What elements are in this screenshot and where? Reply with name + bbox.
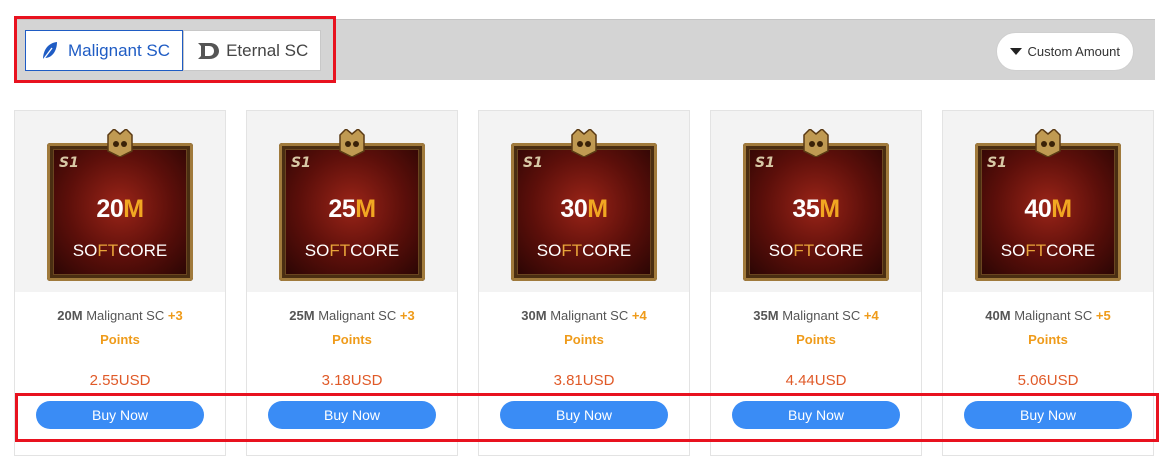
- crest-icon: [339, 128, 365, 157]
- product-title: 20M Malignant SC +3 Points: [57, 308, 183, 347]
- product-artwork: S1 25M SOFTCORE: [279, 128, 425, 281]
- custom-amount-button[interactable]: Custom Amount: [995, 32, 1134, 71]
- artwork-amount: 25M: [328, 194, 376, 223]
- server-tabs: Malignant SC Eternal SC: [25, 30, 322, 71]
- crest-icon: [803, 128, 829, 157]
- crest-icon: [571, 128, 597, 157]
- artwork-softcore-label: SOFTCORE: [768, 240, 864, 260]
- buy-now-button[interactable]: Buy Now: [732, 401, 900, 429]
- artwork-amount: 40M: [1024, 194, 1072, 223]
- product-price: 2.55USD: [89, 372, 151, 389]
- leaf-icon: [38, 39, 62, 63]
- buy-now-button[interactable]: Buy Now: [500, 401, 668, 429]
- product-artwork: S1 40M SOFTCORE: [975, 128, 1121, 281]
- product-artwork: S1 35M SOFTCORE: [743, 128, 889, 281]
- artwork-amount: 30M: [560, 194, 608, 223]
- product-artwork: S1 30M SOFTCORE: [511, 128, 657, 281]
- product-price: 3.81USD: [553, 372, 615, 389]
- product-price: 4.44USD: [785, 372, 847, 389]
- product-title: 25M Malignant SC +3 Points: [289, 308, 415, 347]
- tab-label: Malignant SC: [68, 40, 171, 60]
- product-card: S1 35M SOFTCORE 35M Malignant SC +4 Point…: [710, 110, 922, 456]
- product-card: S1 20M SOFTCORE 20M Malignant SC +3 Point…: [14, 110, 226, 456]
- product-image-area: S1 20M SOFTCORE: [15, 111, 225, 292]
- custom-amount-label: Custom Amount: [1027, 44, 1121, 59]
- season-badge: S1: [755, 154, 775, 171]
- tab-label: Eternal SC: [226, 40, 309, 60]
- product-card: S1 25M SOFTCORE 25M Malignant SC +3 Point…: [246, 110, 458, 456]
- season-badge: S1: [291, 154, 311, 171]
- product-title: 40M Malignant SC +5 Points: [985, 308, 1111, 347]
- tab-malignant-sc[interactable]: Malignant SC: [25, 30, 184, 71]
- crest-icon: [107, 128, 133, 157]
- page: Malignant SC Eternal SC Custom Amount S1…: [0, 0, 1167, 470]
- diablo-d-icon: [196, 39, 220, 63]
- product-image-area: S1 25M SOFTCORE: [247, 111, 457, 292]
- product-image-area: S1 40M SOFTCORE: [943, 111, 1153, 292]
- product-price: 3.18USD: [321, 372, 383, 389]
- buy-now-button[interactable]: Buy Now: [36, 401, 204, 429]
- buy-now-button[interactable]: Buy Now: [268, 401, 436, 429]
- season-badge: S1: [987, 154, 1007, 171]
- product-artwork: S1 20M SOFTCORE: [47, 128, 193, 281]
- season-badge: S1: [59, 154, 79, 171]
- crest-icon: [1035, 128, 1061, 157]
- artwork-softcore-label: SOFTCORE: [304, 240, 400, 260]
- server-toolbar: Malignant SC Eternal SC Custom Amount: [15, 19, 1155, 80]
- product-title: 35M Malignant SC +4 Points: [753, 308, 879, 347]
- artwork-amount: 35M: [792, 194, 840, 223]
- product-image-area: S1 30M SOFTCORE: [479, 111, 689, 292]
- artwork-amount: 20M: [96, 194, 144, 223]
- product-price: 5.06USD: [1017, 372, 1079, 389]
- product-card: S1 40M SOFTCORE 40M Malignant SC +5 Point…: [942, 110, 1154, 456]
- artwork-softcore-label: SOFTCORE: [72, 240, 168, 260]
- artwork-softcore-label: SOFTCORE: [536, 240, 632, 260]
- product-card: S1 30M SOFTCORE 30M Malignant SC +4 Point…: [478, 110, 690, 456]
- caret-down-icon: [1009, 48, 1022, 55]
- season-badge: S1: [523, 154, 543, 171]
- tab-eternal-sc[interactable]: Eternal SC: [183, 30, 322, 71]
- buy-now-button[interactable]: Buy Now: [964, 401, 1132, 429]
- product-title: 30M Malignant SC +4 Points: [521, 308, 647, 347]
- product-image-area: S1 35M SOFTCORE: [711, 111, 921, 292]
- artwork-softcore-label: SOFTCORE: [1000, 240, 1096, 260]
